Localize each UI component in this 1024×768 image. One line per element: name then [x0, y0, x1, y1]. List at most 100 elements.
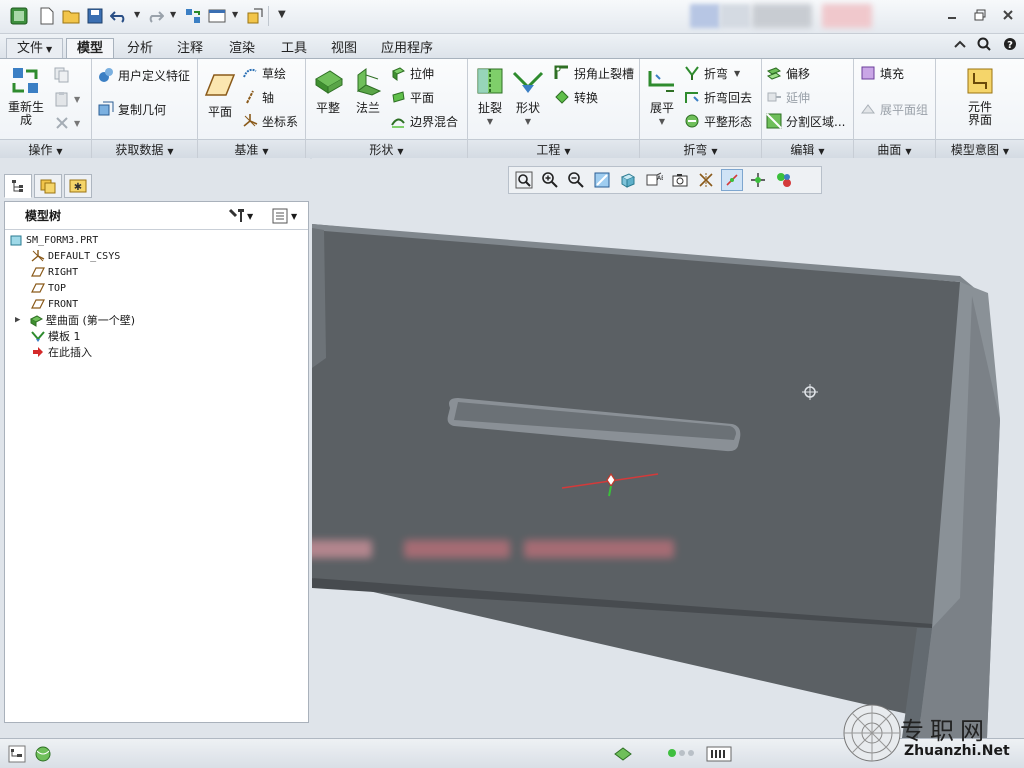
group-surfaces-footer[interactable]: 曲面 ▼ — [854, 139, 935, 159]
fill-button[interactable]: 填充 — [860, 63, 904, 83]
regenerate-button[interactable]: 重新生 成 — [4, 65, 48, 127]
undo-icon[interactable] — [110, 7, 128, 25]
windows-dropdown-icon[interactable]: ▼ — [232, 10, 238, 19]
extrude-label: 拉伸 — [410, 66, 435, 81]
tab-file[interactable]: 文件 ▼ — [6, 38, 64, 58]
tab-render[interactable]: 渲染 — [218, 38, 266, 58]
bend-back-button[interactable]: 折弯回去 — [684, 87, 752, 107]
copy-button[interactable] — [54, 65, 74, 85]
tab-model-tree[interactable] — [4, 174, 32, 198]
extend-button[interactable]: 延伸 — [766, 87, 810, 107]
close-icon[interactable] — [1000, 8, 1016, 22]
group-shapes-footer[interactable]: 形状 ▼ — [306, 139, 467, 159]
display-style-button[interactable] — [617, 169, 639, 191]
group-get-data-footer[interactable]: 获取数据 ▼ — [92, 139, 197, 159]
customize-toolbar-icon[interactable]: ▼ — [278, 9, 286, 20]
csys-button[interactable]: 坐标系 — [242, 111, 298, 131]
tree-item-wall[interactable]: ▶ 壁曲面 (第一个壁) — [15, 312, 135, 328]
csys-display-icon — [726, 174, 738, 186]
component-interface-button[interactable]: 元件 界面 — [958, 65, 1002, 127]
tab-analysis[interactable]: 分析 — [116, 38, 164, 58]
restore-icon[interactable] — [972, 8, 988, 22]
new-file-icon[interactable] — [38, 7, 56, 25]
form-button[interactable]: 形状 ▼ — [506, 65, 550, 129]
delete-button[interactable]: ▼ — [54, 113, 80, 133]
sketch-button[interactable]: 草绘 — [242, 63, 286, 83]
redo-dropdown-icon[interactable]: ▼ — [170, 10, 176, 19]
datum-plane-button[interactable]: 平面 — [198, 69, 242, 119]
flat-button[interactable]: 平面 — [390, 87, 434, 107]
corner-relief-button[interactable]: 拐角止裂槽 — [554, 63, 634, 83]
repaint-button[interactable] — [591, 169, 613, 191]
tab-applications[interactable]: 应用程序 — [370, 38, 444, 58]
tab-model[interactable]: 模型 — [66, 38, 115, 59]
undo-dropdown-icon[interactable]: ▼ — [134, 10, 140, 19]
group-operations-footer[interactable]: 操作 ▼ — [0, 139, 91, 159]
view-manager-button[interactable] — [669, 169, 691, 191]
copy-geometry-button[interactable]: 复制几何 — [98, 99, 166, 119]
redo-icon[interactable] — [146, 7, 164, 25]
offset-button[interactable]: 偏移 — [766, 63, 810, 83]
tree-item-top[interactable]: TOP — [31, 280, 66, 296]
csys-display-button[interactable] — [721, 169, 743, 191]
tree-item-part[interactable]: SM_FORM3.PRT — [9, 232, 98, 248]
expand-arrow-icon[interactable]: ▶ — [15, 315, 29, 325]
tab-favorites[interactable]: ✱ — [64, 174, 92, 198]
windows-icon[interactable] — [208, 7, 226, 25]
saved-views-button[interactable]: AB — [643, 169, 665, 191]
selection-filter-button[interactable] — [704, 743, 734, 765]
group-editing-footer[interactable]: 编辑 ▼ — [762, 139, 853, 159]
search-icon[interactable] — [976, 37, 992, 51]
group-model-intent-footer[interactable]: 模型意图 ▼ — [936, 139, 1024, 159]
help-icon[interactable]: ? — [1002, 37, 1018, 51]
group-engineering-label: 工程 — [536, 143, 561, 157]
toggle-browser-button[interactable] — [32, 743, 54, 765]
tab-folder-browser[interactable] — [34, 174, 62, 198]
zoom-in-button[interactable] — [539, 169, 561, 191]
bend-button[interactable]: 折弯 ▼ — [684, 63, 740, 83]
close-window-icon[interactable] — [246, 7, 264, 25]
tree-item-front[interactable]: FRONT — [31, 296, 78, 312]
tree-settings-button[interactable]: ▼ — [227, 207, 253, 225]
extrude-button[interactable]: 拉伸 — [390, 63, 434, 83]
toggle-navigator-button[interactable] — [6, 743, 28, 765]
regenerate-quick-icon[interactable] — [184, 7, 202, 25]
flatten-form-button[interactable]: 平整形态 — [684, 111, 752, 131]
fill-label: 填充 — [880, 66, 905, 81]
csys-label: 坐标系 — [262, 114, 299, 129]
tree-item-csys[interactable]: DEFAULT_CSYS — [31, 248, 120, 264]
regen-status-button[interactable] — [612, 743, 634, 765]
group-datum-footer[interactable]: 基准 ▼ — [198, 139, 305, 159]
annotation-display-button[interactable] — [773, 169, 795, 191]
tab-tools[interactable]: 工具 — [270, 38, 318, 58]
spin-center-button[interactable] — [747, 169, 769, 191]
tree-item-right[interactable]: RIGHT — [31, 264, 78, 280]
flange-button[interactable]: 法兰 — [346, 65, 390, 115]
group-engineering-footer[interactable]: 工程 ▼ — [468, 139, 639, 159]
zoom-out-button[interactable] — [565, 169, 587, 191]
split-area-button[interactable]: 分割区域... — [766, 111, 845, 131]
convert-button[interactable]: 转换 — [554, 87, 598, 107]
paste-button[interactable]: ▼ — [54, 89, 80, 109]
tab-view[interactable]: 视图 — [320, 38, 368, 58]
open-folder-icon[interactable] — [62, 7, 80, 25]
axis-button[interactable]: 轴 — [242, 87, 274, 107]
group-bends-footer[interactable]: 折弯 ▼ — [640, 139, 761, 159]
graphics-window[interactable]: AB — [312, 158, 1024, 738]
tree-item-insert-here[interactable]: 在此插入 — [31, 344, 92, 360]
boundary-blend-button[interactable]: 边界混合 — [390, 111, 458, 131]
refit-button[interactable] — [513, 169, 535, 191]
user-defined-feature-button[interactable]: 用户定义特征 — [98, 65, 190, 85]
collapse-ribbon-icon[interactable] — [952, 37, 968, 51]
flat-quilt-button[interactable]: 展平面组 — [860, 99, 928, 119]
datum-display-button[interactable] — [695, 169, 717, 191]
unbend-button[interactable]: 展平 ▼ — [640, 65, 684, 129]
save-icon[interactable] — [86, 7, 104, 25]
tree-show-button[interactable]: ▼ — [271, 207, 297, 225]
tab-annotate[interactable]: 注释 — [166, 38, 214, 58]
planar-wall-button[interactable]: 平整 — [306, 65, 350, 115]
model-viewport[interactable] — [312, 158, 1024, 738]
tree-item-form[interactable]: 模板 1 — [31, 328, 81, 344]
minimize-icon[interactable] — [944, 8, 960, 22]
sheet-metal-face[interactable] — [312, 224, 972, 726]
